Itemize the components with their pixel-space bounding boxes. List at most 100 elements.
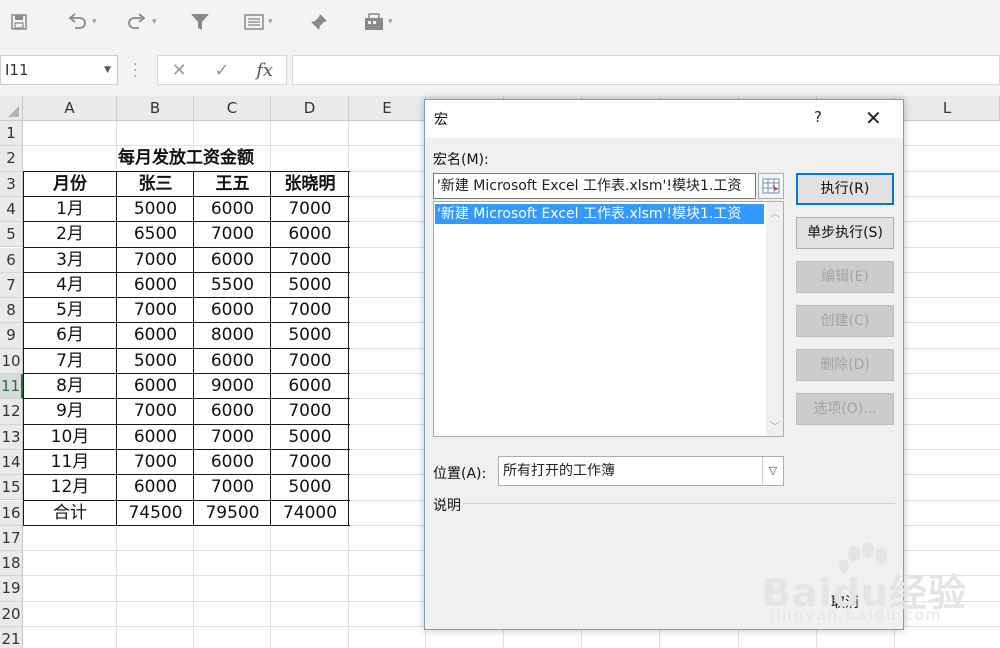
table-cell[interactable]: 7月 bbox=[23, 349, 117, 374]
table-cell[interactable]: 8月 bbox=[23, 374, 117, 399]
row-header-10[interactable]: 10 bbox=[0, 348, 23, 374]
column-header-d[interactable]: D bbox=[271, 96, 349, 121]
column-header-l[interactable]: L bbox=[895, 96, 1000, 121]
table-cell[interactable]: 6000 bbox=[271, 222, 349, 247]
table-cell[interactable]: 12月 bbox=[23, 475, 117, 500]
table-cell[interactable]: 5500 bbox=[194, 273, 271, 298]
table-cell[interactable]: 7000 bbox=[194, 425, 271, 450]
table-title[interactable]: 每月发放工资金额 bbox=[23, 146, 349, 171]
filter-button[interactable] bbox=[190, 8, 210, 36]
table-cell[interactable]: 74500 bbox=[117, 501, 194, 526]
row-header-7[interactable]: 7 bbox=[0, 272, 23, 299]
delete-button[interactable]: 删除(D) bbox=[796, 349, 894, 381]
row-header-6[interactable]: 6 bbox=[0, 247, 23, 273]
row-header-20[interactable]: 20 bbox=[0, 601, 23, 627]
help-button[interactable]: ? bbox=[814, 108, 822, 126]
scrollbar[interactable]: ︿ ﹀ bbox=[766, 202, 783, 436]
create-button[interactable]: 创建(C) bbox=[796, 305, 894, 337]
table-cell[interactable]: 9月 bbox=[23, 399, 117, 424]
table-cell[interactable]: 6500 bbox=[117, 222, 194, 247]
dialog-title-bar[interactable]: 宏 ? ✕ bbox=[425, 100, 903, 138]
table-cell[interactable]: 5月 bbox=[23, 298, 117, 323]
row-header-9[interactable]: 9 bbox=[0, 323, 23, 349]
list-item[interactable]: '新建 Microsoft Excel 工作表.xlsm'!模块1.工资 bbox=[435, 204, 764, 224]
grip-icon[interactable]: · · · bbox=[133, 58, 137, 84]
table-cell[interactable]: 6000 bbox=[194, 248, 271, 273]
table-header-cell[interactable]: 张晓明 bbox=[271, 172, 349, 197]
chevron-down-icon[interactable]: ﹀ bbox=[770, 418, 780, 433]
table-cell[interactable]: 74000 bbox=[271, 501, 349, 526]
row-header-18[interactable]: 18 bbox=[0, 551, 23, 577]
table-cell[interactable]: 5000 bbox=[117, 349, 194, 374]
pin-button[interactable] bbox=[310, 8, 328, 36]
table-cell[interactable]: 7000 bbox=[117, 450, 194, 475]
table-cell[interactable]: 6000 bbox=[117, 323, 194, 348]
column-header-a[interactable]: A bbox=[23, 96, 117, 121]
table-cell[interactable]: 5000 bbox=[271, 475, 349, 500]
row-header-4[interactable]: 4 bbox=[0, 196, 23, 223]
row-header-21[interactable]: 21 bbox=[0, 627, 23, 648]
options-button[interactable]: 选项(O)... bbox=[796, 393, 894, 425]
table-cell[interactable]: 6000 bbox=[117, 374, 194, 399]
run-button[interactable]: 执行(R) bbox=[796, 173, 894, 205]
table-cell[interactable]: 4月 bbox=[23, 273, 117, 298]
macro-list[interactable]: '新建 Microsoft Excel 工作表.xlsm'!模块1.工资 ︿ ﹀ bbox=[433, 201, 784, 437]
select-all-corner[interactable] bbox=[0, 96, 23, 121]
step-into-button[interactable]: 单步执行(S) bbox=[796, 217, 894, 249]
table-cell[interactable]: 7000 bbox=[271, 248, 349, 273]
table-cell[interactable]: 6000 bbox=[194, 450, 271, 475]
row-header-19[interactable]: 19 bbox=[0, 576, 23, 602]
row-header-13[interactable]: 13 bbox=[0, 424, 23, 450]
chevron-down-icon[interactable]: ▼ bbox=[104, 56, 111, 84]
row-header-12[interactable]: 12 bbox=[0, 399, 23, 425]
cancel-entry-icon[interactable]: ✕ bbox=[158, 60, 201, 81]
close-icon[interactable]: ✕ bbox=[865, 106, 882, 130]
table-header-cell[interactable]: 张三 bbox=[117, 172, 194, 197]
table-cell[interactable]: 79500 bbox=[194, 501, 271, 526]
table-cell[interactable]: 7000 bbox=[271, 349, 349, 374]
table-cell[interactable]: 8000 bbox=[194, 323, 271, 348]
table-cell[interactable]: 7000 bbox=[271, 197, 349, 222]
row-header-17[interactable]: 17 bbox=[0, 525, 23, 552]
location-select[interactable]: 所有打开的工作簿 ▽ bbox=[498, 456, 784, 486]
table-cell[interactable]: 7000 bbox=[117, 399, 194, 424]
table-cell[interactable]: 6000 bbox=[194, 197, 271, 222]
row-header-5[interactable]: 5 bbox=[0, 222, 23, 248]
table-cell[interactable]: 7000 bbox=[194, 475, 271, 500]
confirm-entry-icon[interactable]: ✓ bbox=[201, 60, 244, 81]
insert-function-icon[interactable]: fx bbox=[243, 60, 286, 81]
table-cell[interactable]: 5000 bbox=[271, 323, 349, 348]
table-cell[interactable]: 6000 bbox=[117, 273, 194, 298]
row-header-14[interactable]: 14 bbox=[0, 449, 23, 476]
table-cell[interactable]: 5000 bbox=[271, 273, 349, 298]
row-header-16[interactable]: 16 bbox=[0, 500, 23, 526]
row-header-8[interactable]: 8 bbox=[0, 298, 23, 324]
name-box[interactable]: I11 ▼ bbox=[0, 55, 118, 85]
table-cell[interactable]: 6000 bbox=[117, 475, 194, 500]
row-header-3[interactable]: 3 bbox=[0, 171, 23, 197]
table-cell[interactable]: 7000 bbox=[271, 450, 349, 475]
chevron-down-icon[interactable]: ▽ bbox=[762, 457, 783, 485]
chevron-up-icon[interactable]: ︿ bbox=[770, 205, 780, 220]
macro-button[interactable]: ▾ bbox=[364, 8, 393, 36]
table-cell[interactable]: 5000 bbox=[271, 425, 349, 450]
table-cell[interactable]: 7000 bbox=[271, 399, 349, 424]
form-button[interactable]: ▾ bbox=[244, 8, 273, 36]
table-header-cell[interactable]: 月份 bbox=[23, 172, 117, 197]
table-cell[interactable]: 6000 bbox=[194, 298, 271, 323]
table-cell[interactable]: 7000 bbox=[271, 298, 349, 323]
undo-button[interactable]: ▾ bbox=[66, 8, 97, 36]
table-cell[interactable]: 11月 bbox=[23, 450, 117, 475]
table-cell[interactable]: 6000 bbox=[271, 374, 349, 399]
save-button[interactable] bbox=[10, 8, 28, 36]
macro-name-input[interactable]: '新建 Microsoft Excel 工作表.xlsm'!模块1.工资 bbox=[433, 173, 756, 199]
table-cell[interactable]: 7000 bbox=[117, 248, 194, 273]
row-header-15[interactable]: 15 bbox=[0, 475, 23, 501]
row-header-2[interactable]: 2 bbox=[0, 146, 23, 172]
row-header-1[interactable]: 1 bbox=[0, 121, 23, 147]
column-header-b[interactable]: B bbox=[117, 96, 194, 121]
table-cell[interactable]: 6000 bbox=[194, 349, 271, 374]
table-cell[interactable]: 2月 bbox=[23, 222, 117, 247]
table-cell[interactable]: 9000 bbox=[194, 374, 271, 399]
table-cell[interactable]: 3月 bbox=[23, 248, 117, 273]
